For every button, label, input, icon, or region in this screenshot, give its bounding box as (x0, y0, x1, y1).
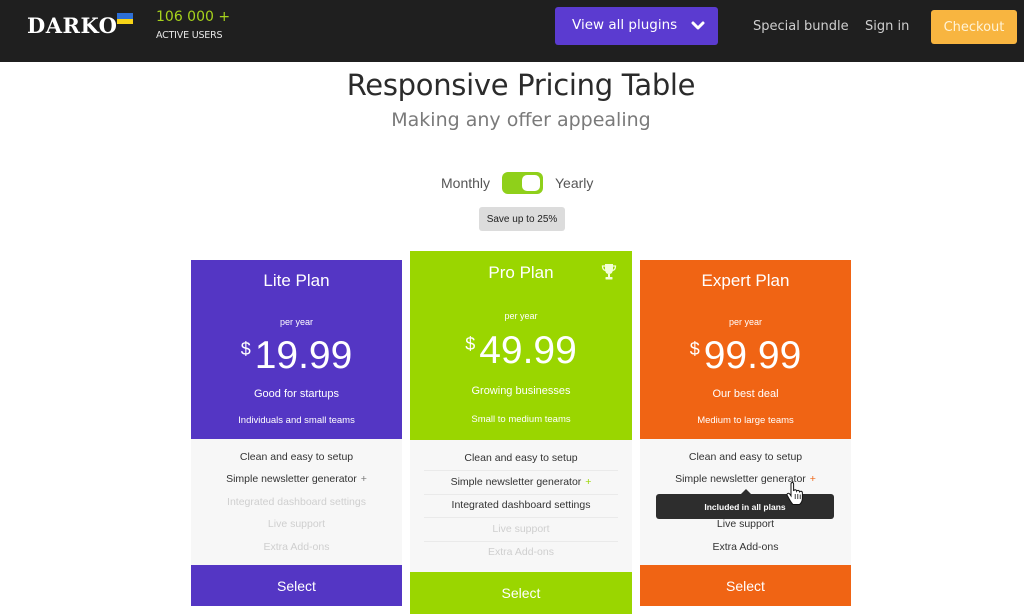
pricing-card-pro: Pro Plan per year $49.99 Growing busines… (410, 251, 632, 614)
divider (424, 541, 618, 542)
view-all-plugins-label: View all plugins (572, 17, 678, 33)
tooltip-arrow (741, 489, 751, 494)
active-users-count: 106 000 + (156, 9, 231, 25)
plan-price: $19.99 (191, 334, 402, 378)
feature-item[interactable]: Simple newsletter generator + (652, 473, 839, 485)
plus-icon: + (809, 473, 816, 485)
toggle-knob (522, 175, 540, 191)
plan-audience: Individuals and small teams (238, 415, 355, 426)
plan-price: $49.99 (410, 329, 632, 373)
yearly-label[interactable]: Yearly (555, 175, 593, 191)
pricing-card-lite: Lite Plan per year $19.99 Good for start… (191, 260, 402, 607)
currency-symbol: $ (465, 334, 476, 354)
select-pro-button[interactable]: Select (410, 572, 632, 614)
feature-item-excluded: Integrated dashboard settings (227, 496, 366, 508)
plan-name: Expert Plan (701, 271, 790, 290)
currency-symbol: $ (689, 339, 700, 359)
price-amount: 19.99 (254, 334, 353, 377)
feature-item-excluded: Extra Add-ons (263, 541, 330, 553)
trophy-icon (601, 264, 617, 280)
feature-item: Extra Add-ons (712, 541, 779, 553)
feature-item[interactable]: Simple newsletter generator + (203, 473, 390, 485)
feature-item-excluded: Extra Add-ons (488, 546, 554, 558)
feature-tooltip: Included in all plans (656, 489, 834, 519)
billing-period: per year (279, 317, 314, 327)
feature-item: Integrated dashboard settings (451, 499, 591, 511)
plan-audience: Small to medium teams (471, 414, 571, 425)
active-users-label: ACTIVE USERS (156, 30, 223, 41)
billing-period-toggle[interactable] (502, 172, 543, 194)
divider (424, 517, 618, 518)
tooltip-text: Included in all plans (704, 501, 786, 512)
billing-period: per year (728, 317, 763, 327)
ukraine-flag-icon (117, 13, 133, 24)
plan-tagline: Our best deal (712, 388, 779, 400)
feature-item[interactable]: Simple newsletter generator + (422, 476, 620, 488)
feature-item-excluded: Live support (267, 518, 326, 530)
select-expert-button[interactable]: Select (640, 565, 851, 606)
plan-name: Pro Plan (488, 263, 554, 282)
feature-item-excluded: Live support (492, 523, 550, 535)
plan-tagline: Growing businesses (471, 385, 571, 397)
feature-item: Clean and easy to setup (239, 451, 354, 463)
page-title: Responsive Pricing Table (346, 68, 696, 102)
billing-period: per year (504, 311, 538, 321)
divider (424, 494, 618, 495)
select-lite-button[interactable]: Select (191, 565, 402, 606)
plan-name: Lite Plan (263, 271, 330, 290)
view-all-plugins-button[interactable]: View all plugins (555, 7, 718, 45)
feature-item: Clean and easy to setup (464, 452, 578, 464)
logo[interactable]: DARKO (27, 13, 117, 38)
save-badge: Save up to 25% (479, 207, 565, 231)
checkout-button[interactable]: Checkout (931, 10, 1017, 44)
plus-icon: + (585, 476, 592, 488)
chevron-down-icon[interactable] (691, 20, 705, 32)
plan-audience: Medium to large teams (697, 415, 794, 426)
plan-tagline: Good for startups (254, 388, 339, 400)
feature-item: Clean and easy to setup (688, 451, 803, 463)
monthly-label[interactable]: Monthly (441, 175, 490, 191)
special-bundle-link[interactable]: Special bundle (753, 19, 849, 34)
feature-item: Live support (716, 518, 775, 530)
price-amount: 49.99 (479, 329, 577, 372)
pricing-card-expert: Expert Plan per year $99.99 Our best dea… (640, 260, 851, 607)
price-amount: 99.99 (703, 334, 802, 377)
sign-in-link[interactable]: Sign in (865, 19, 909, 34)
currency-symbol: $ (240, 339, 251, 359)
page-subtitle: Making any offer appealing (391, 109, 651, 131)
plus-icon: + (360, 473, 367, 485)
top-navigation-bar: DARKO 106 000 + ACTIVE USERS View all pl… (0, 0, 1024, 62)
divider (424, 470, 618, 471)
hand-pointer-cursor-icon (786, 482, 803, 505)
plan-price: $99.99 (640, 334, 851, 378)
